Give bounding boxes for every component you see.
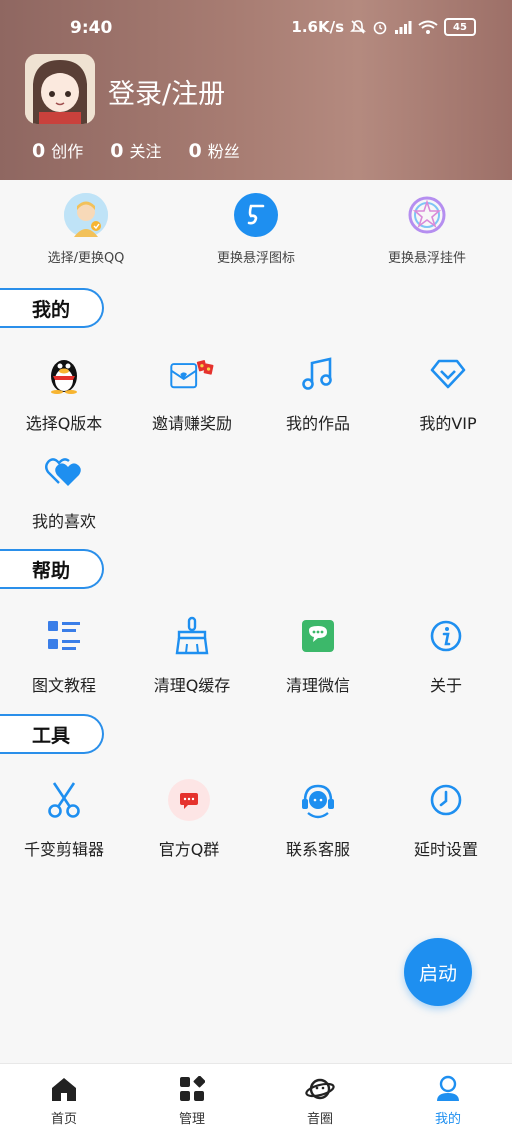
item-label: 官方Q群 xyxy=(158,840,220,859)
stat-creations[interactable]: 0 创作 xyxy=(32,138,83,162)
shortcut-label: 选择/更换QQ xyxy=(47,251,125,266)
planet-icon xyxy=(256,1074,384,1104)
star-ring-icon xyxy=(405,193,449,237)
item-label: 清理Q缓存 xyxy=(153,676,231,695)
anime-avatar-icon xyxy=(25,54,95,124)
my-works-item[interactable]: 我的作品 xyxy=(254,350,382,434)
nav-label: 音圈 xyxy=(306,1112,333,1127)
stat-label: 创作 xyxy=(51,142,84,161)
stat-number: 0 xyxy=(32,140,46,162)
clean-wechat-item[interactable]: 清理微信 xyxy=(254,612,382,696)
wifi-icon xyxy=(418,20,438,34)
item-label: 千变剪辑器 xyxy=(23,840,104,859)
profile-stats: 0 创作 0 关注 0 粉丝 xyxy=(32,138,240,162)
signal-icon xyxy=(395,21,412,34)
item-label: 邀请赚奖励 xyxy=(151,414,232,433)
stat-number: 0 xyxy=(188,140,202,162)
tutorial-item[interactable]: 图文教程 xyxy=(0,612,128,696)
profile-header: 9:40 1.6K/s 45 登录/注册 0 创作 0 关注 0 粉丝 xyxy=(0,0,512,180)
network-speed: 1.6K/s xyxy=(291,18,344,36)
float-widget-shortcut[interactable]: 更换悬浮挂件 xyxy=(352,193,502,266)
item-label: 联系客服 xyxy=(285,840,350,859)
penguin-icon xyxy=(40,350,88,398)
music-note-icon xyxy=(234,193,278,237)
group-chat-icon xyxy=(165,776,213,824)
item-label: 我的作品 xyxy=(285,414,350,433)
start-button[interactable]: 启动 xyxy=(404,938,472,1006)
home-icon xyxy=(0,1074,128,1104)
broom-icon xyxy=(168,612,216,660)
nav-mine[interactable]: 我的 xyxy=(384,1064,512,1138)
hearts-icon xyxy=(40,448,88,496)
music-note-icon xyxy=(294,350,342,398)
about-item[interactable]: 关于 xyxy=(382,612,510,696)
headset-icon xyxy=(294,776,342,824)
clock-icon xyxy=(422,776,470,824)
stat-label: 关注 xyxy=(129,142,162,161)
stat-fans[interactable]: 0 粉丝 xyxy=(189,138,240,162)
scissors-icon xyxy=(40,776,88,824)
item-label: 图文教程 xyxy=(31,676,96,695)
nav-label: 管理 xyxy=(178,1112,205,1127)
nav-home[interactable]: 首页 xyxy=(0,1064,128,1138)
clean-q-cache-item[interactable]: 清理Q缓存 xyxy=(128,612,256,696)
item-label: 延时设置 xyxy=(413,840,478,859)
item-label: 我的VIP xyxy=(419,414,477,433)
status-time: 9:40 xyxy=(70,18,113,38)
nav-circle[interactable]: 音圈 xyxy=(256,1064,384,1138)
mute-icon xyxy=(350,20,366,34)
choose-q-version-item[interactable]: 选择Q版本 xyxy=(0,350,128,434)
float-icon-shortcut[interactable]: 更换悬浮图标 xyxy=(181,193,331,266)
section-help-title: 帮助 xyxy=(0,549,104,589)
shortcut-label: 更换悬浮图标 xyxy=(216,251,295,266)
item-label: 我的喜欢 xyxy=(31,512,96,531)
item-label: 清理微信 xyxy=(285,676,350,695)
choose-qq-shortcut[interactable]: 选择/更换QQ xyxy=(11,193,161,266)
chat-icon xyxy=(294,612,342,660)
bottom-nav: 首页 管理 音圈 我的 xyxy=(0,1063,512,1138)
status-bar: 9:40 1.6K/s 45 xyxy=(0,0,512,58)
item-label: 选择Q版本 xyxy=(25,414,103,433)
user-icon xyxy=(384,1074,512,1104)
stat-following[interactable]: 0 关注 xyxy=(110,138,161,162)
item-label: 关于 xyxy=(429,676,462,695)
my-vip-item[interactable]: 我的VIP xyxy=(384,350,512,434)
shortcut-label: 更换悬浮挂件 xyxy=(387,251,466,266)
status-icons: 1.6K/s 45 xyxy=(291,18,476,36)
nav-manage[interactable]: 管理 xyxy=(128,1064,256,1138)
stat-label: 粉丝 xyxy=(207,142,240,161)
nav-label: 我的 xyxy=(434,1112,461,1127)
official-q-group-item[interactable]: 官方Q群 xyxy=(125,776,253,860)
alarm-icon xyxy=(373,21,387,35)
login-register-link[interactable]: 登录/注册 xyxy=(108,72,225,111)
avatar[interactable] xyxy=(25,54,95,124)
my-likes-item[interactable]: 我的喜欢 xyxy=(0,448,128,532)
section-tools-title: 工具 xyxy=(0,714,104,754)
customer-service-item[interactable]: 联系客服 xyxy=(254,776,382,860)
battery-icon: 45 xyxy=(444,18,476,36)
delay-settings-item[interactable]: 延时设置 xyxy=(382,776,510,860)
info-icon xyxy=(422,612,470,660)
invite-reward-item[interactable]: 邀请赚奖励 xyxy=(128,350,256,434)
stat-number: 0 xyxy=(110,140,124,162)
diamond-icon xyxy=(424,350,472,398)
video-editor-item[interactable]: 千变剪辑器 xyxy=(0,776,128,860)
envelope-icon xyxy=(168,350,216,398)
section-mine-title: 我的 xyxy=(0,288,104,328)
qq-avatar-icon xyxy=(64,193,108,237)
list-icon xyxy=(40,612,88,660)
nav-label: 首页 xyxy=(50,1112,77,1127)
grid-icon xyxy=(128,1074,256,1104)
